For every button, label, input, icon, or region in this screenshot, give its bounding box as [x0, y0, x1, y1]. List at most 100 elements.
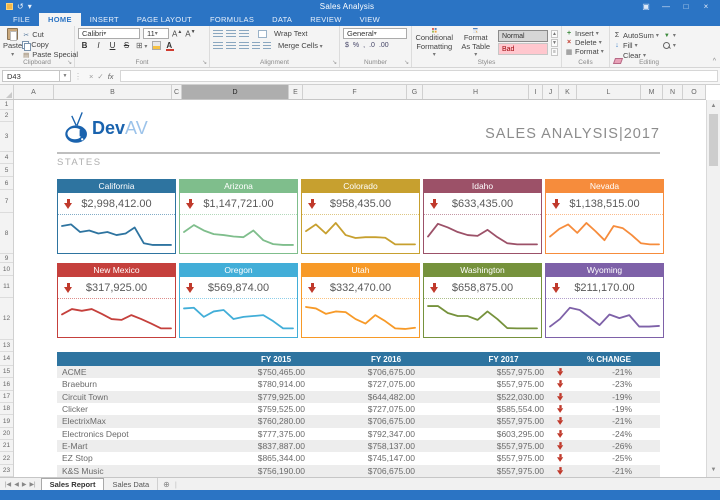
column-header-I[interactable]: I: [529, 85, 543, 99]
accept-entry-icon[interactable]: ✓: [97, 72, 103, 81]
number-format-select[interactable]: General: [343, 28, 407, 39]
align-center-icon[interactable]: [226, 42, 236, 50]
ribbon-display-options-icon[interactable]: ▣: [636, 2, 656, 11]
font-dialog-launcher-icon[interactable]: ↘: [202, 59, 207, 66]
format-cells-button[interactable]: ▦Format: [565, 47, 606, 56]
align-left-icon[interactable]: [213, 42, 223, 50]
row-header-21[interactable]: 21: [0, 440, 13, 452]
column-header-C[interactable]: C: [172, 85, 182, 99]
table-row-k-s-music[interactable]: K&S Music$756,190.00$706,675.00$557,975.…: [57, 465, 660, 477]
select-all-corner[interactable]: [0, 85, 14, 99]
row-header-20[interactable]: 20: [0, 428, 13, 440]
column-header-D[interactable]: D: [182, 85, 289, 99]
row-header-18[interactable]: 18: [0, 403, 13, 415]
ribbon-tab-home[interactable]: HOME: [39, 13, 81, 26]
row-header-2[interactable]: 2: [0, 110, 13, 122]
name-box-dropdown-icon[interactable]: ▼: [60, 70, 71, 82]
font-size-select[interactable]: 11: [143, 28, 169, 39]
insert-cells-button[interactable]: +Insert: [565, 29, 606, 38]
row-header-14[interactable]: 14: [0, 352, 13, 366]
scroll-up-icon[interactable]: ▲: [707, 100, 720, 113]
row-header-6[interactable]: 6: [0, 177, 13, 190]
qat-customize-icon[interactable]: ▾: [28, 2, 32, 11]
table-row-ez-stop[interactable]: EZ Stop$865,344.00$745,147.00$557,975.00…: [57, 452, 660, 464]
ribbon-tab-page-layout[interactable]: PAGE LAYOUT: [128, 13, 201, 26]
conditional-formatting-button[interactable]: Conditional Formatting: [415, 28, 453, 58]
align-bottom-icon[interactable]: [239, 30, 249, 38]
strikethrough-button[interactable]: S: [122, 41, 131, 50]
row-header-7[interactable]: 7: [0, 190, 13, 213]
wrap-text-button[interactable]: Wrap Text: [274, 29, 308, 38]
number-format-icon[interactable]: .00: [379, 42, 389, 49]
table-row-braeburn[interactable]: Braeburn$780,914.00$727,075.00$557,975.0…: [57, 378, 660, 390]
insert-function-icon[interactable]: fx: [108, 72, 114, 81]
column-header-F[interactable]: F: [303, 85, 407, 99]
table-row-clicker[interactable]: Clicker$759,525.00$727,075.00$585,554.00…: [57, 403, 660, 415]
row-header-12[interactable]: 12: [0, 298, 13, 340]
ribbon-tab-insert[interactable]: INSERT: [81, 13, 128, 26]
autosum-button[interactable]: AutoSum: [613, 31, 659, 40]
row-header-16[interactable]: 16: [0, 378, 13, 391]
row-header-11[interactable]: 11: [0, 276, 13, 298]
find-select-button[interactable]: [663, 41, 676, 50]
column-header-A[interactable]: A: [14, 85, 54, 99]
state-card-arizona[interactable]: Arizona $1,147,721.00: [179, 179, 298, 254]
increase-indent-icon[interactable]: [263, 42, 271, 50]
increase-font-icon[interactable]: A▲: [172, 29, 182, 39]
column-header-M[interactable]: M: [641, 85, 663, 99]
ribbon-tab-formulas[interactable]: FORMULAS: [201, 13, 263, 26]
decrease-font-icon[interactable]: A▼: [185, 29, 195, 39]
column-header-N[interactable]: N: [663, 85, 683, 99]
state-card-washington[interactable]: Washington $658,875.00: [423, 263, 542, 338]
state-card-wyoming[interactable]: Wyoming $211,170.00: [545, 263, 664, 338]
state-card-colorado[interactable]: Colorado $958,435.00: [301, 179, 420, 254]
maximize-button[interactable]: □: [676, 2, 696, 11]
column-header-G[interactable]: G: [407, 85, 423, 99]
formula-input[interactable]: [120, 70, 718, 82]
next-sheet-icon[interactable]: ▶: [22, 481, 27, 488]
row-header-23[interactable]: 23: [0, 465, 13, 477]
last-sheet-icon[interactable]: ▶|: [29, 481, 35, 488]
ribbon-tab-data[interactable]: DATA: [263, 13, 301, 26]
state-card-nevada[interactable]: Nevada $1,138,515.00: [545, 179, 664, 254]
gallery-up-icon[interactable]: ▲: [551, 30, 558, 38]
fill-color-icon[interactable]: [152, 41, 161, 50]
clipboard-copy-button[interactable]: Copy: [22, 40, 78, 49]
column-header-O[interactable]: O: [683, 85, 706, 99]
sort-filter-button[interactable]: [663, 31, 676, 40]
borders-icon[interactable]: ⊞: [136, 41, 147, 50]
alignment-dialog-launcher-icon[interactable]: ↘: [332, 59, 337, 66]
table-row-circuit-town[interactable]: Circuit Town$779,925.00$644,482.00$522,0…: [57, 391, 660, 403]
row-header-3[interactable]: 3: [0, 122, 13, 152]
clipboard-dialog-launcher-icon[interactable]: ↘: [67, 59, 72, 66]
scrollbar-thumb[interactable]: [709, 114, 718, 166]
formula-bar-splitter[interactable]: ⋮: [71, 72, 85, 81]
table-row-acme[interactable]: ACME$750,465.00$706,675.00$557,975.00-21…: [57, 366, 660, 378]
row-header-15[interactable]: 15: [0, 366, 13, 378]
undo-icon[interactable]: ↺: [17, 2, 24, 11]
row-header-5[interactable]: 5: [0, 164, 13, 177]
merge-cells-button[interactable]: Merge Cells: [278, 41, 323, 50]
cancel-entry-icon[interactable]: ×: [89, 72, 93, 81]
column-header-L[interactable]: L: [577, 85, 641, 99]
format-as-table-button[interactable]: Format As Table: [456, 28, 494, 58]
row-header-13[interactable]: 13: [0, 340, 13, 352]
minimize-button[interactable]: —: [656, 2, 676, 11]
ribbon-tab-review[interactable]: REVIEW: [301, 13, 350, 26]
sheet-tab-sales-report[interactable]: Sales Report: [41, 478, 105, 490]
row-header-22[interactable]: 22: [0, 452, 13, 465]
bold-button[interactable]: B: [80, 41, 89, 50]
worksheet[interactable]: 1234567891011121314151617181920212223 De…: [0, 100, 720, 477]
column-header-K[interactable]: K: [559, 85, 577, 99]
row-header-10[interactable]: 10: [0, 263, 13, 276]
number-format-icon[interactable]: .0: [369, 42, 375, 49]
column-header-B[interactable]: B: [54, 85, 172, 99]
close-button[interactable]: ×: [696, 2, 716, 11]
table-row-electronics-depot[interactable]: Electronics Depot$777,375.00$792,347.00$…: [57, 428, 660, 440]
number-dialog-launcher-icon[interactable]: ↘: [404, 59, 409, 66]
font-name-select[interactable]: Calibri: [78, 28, 140, 39]
column-header-H[interactable]: H: [423, 85, 529, 99]
sheet-tab-sales-data[interactable]: Sales Data: [104, 478, 158, 490]
ribbon-tab-view[interactable]: VIEW: [351, 13, 389, 26]
ribbon-tab-file[interactable]: FILE: [4, 13, 39, 26]
